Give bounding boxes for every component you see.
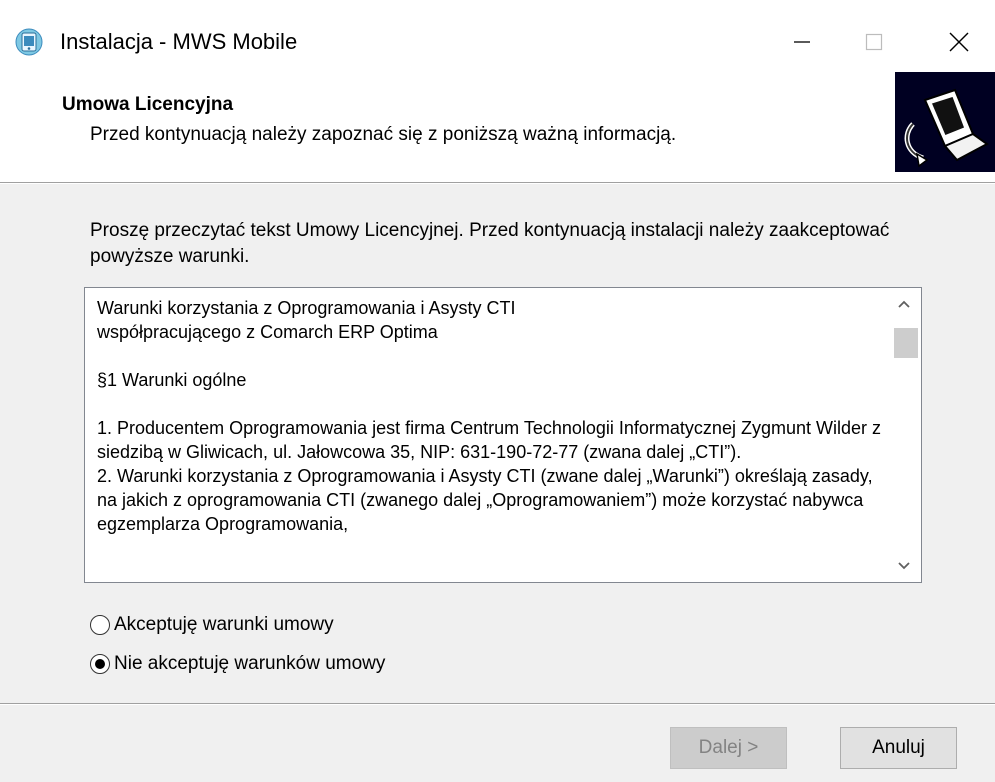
page-subtitle: Przed kontynuacją należy zapoznać się z …	[90, 124, 677, 145]
footer-separator	[0, 703, 995, 705]
accept-label[interactable]: Akceptuję warunki umowy	[114, 614, 334, 636]
page-title: Umowa Licencyjna	[62, 94, 234, 115]
computer-install-icon	[895, 72, 995, 172]
next-button[interactable]: Dalej >	[670, 727, 787, 769]
header-separator	[0, 182, 995, 184]
vertical-scrollbar[interactable]	[887, 288, 921, 582]
accept-radio[interactable]	[90, 615, 110, 635]
scroll-up-button[interactable]	[887, 290, 921, 318]
chevron-down-icon	[898, 562, 910, 570]
decline-radio[interactable]	[90, 654, 110, 674]
scroll-down-button[interactable]	[887, 552, 921, 580]
cancel-button[interactable]: Anuluj	[840, 727, 957, 769]
radio-selected-dot	[95, 659, 105, 669]
license-text: Warunki korzystania z Oprogramowania i A…	[97, 298, 881, 534]
minimize-button[interactable]	[772, 14, 832, 70]
decline-label[interactable]: Nie akceptuję warunków umowy	[114, 653, 385, 675]
close-button[interactable]	[929, 14, 989, 70]
wizard-header: Umowa Licencyjna Przed kontynuacją należ…	[0, 72, 995, 182]
installer-app-icon	[15, 28, 43, 56]
chevron-up-icon	[898, 300, 910, 308]
close-icon	[949, 32, 969, 52]
accept-radio-option[interactable]: Akceptuję warunki umowy	[90, 614, 334, 636]
maximize-button[interactable]	[844, 14, 904, 70]
intro-text: Proszę przeczytać tekst Umowy Licencyjne…	[90, 220, 890, 267]
license-textbox[interactable]: Warunki korzystania z Oprogramowania i A…	[84, 287, 922, 583]
scroll-thumb[interactable]	[894, 328, 918, 358]
minimize-icon	[794, 41, 810, 43]
title-bar: Instalacja - MWS Mobile	[0, 0, 995, 80]
window-title: Instalacja - MWS Mobile	[60, 29, 298, 54]
maximize-icon	[865, 33, 883, 51]
decline-radio-option[interactable]: Nie akceptuję warunków umowy	[90, 653, 385, 675]
